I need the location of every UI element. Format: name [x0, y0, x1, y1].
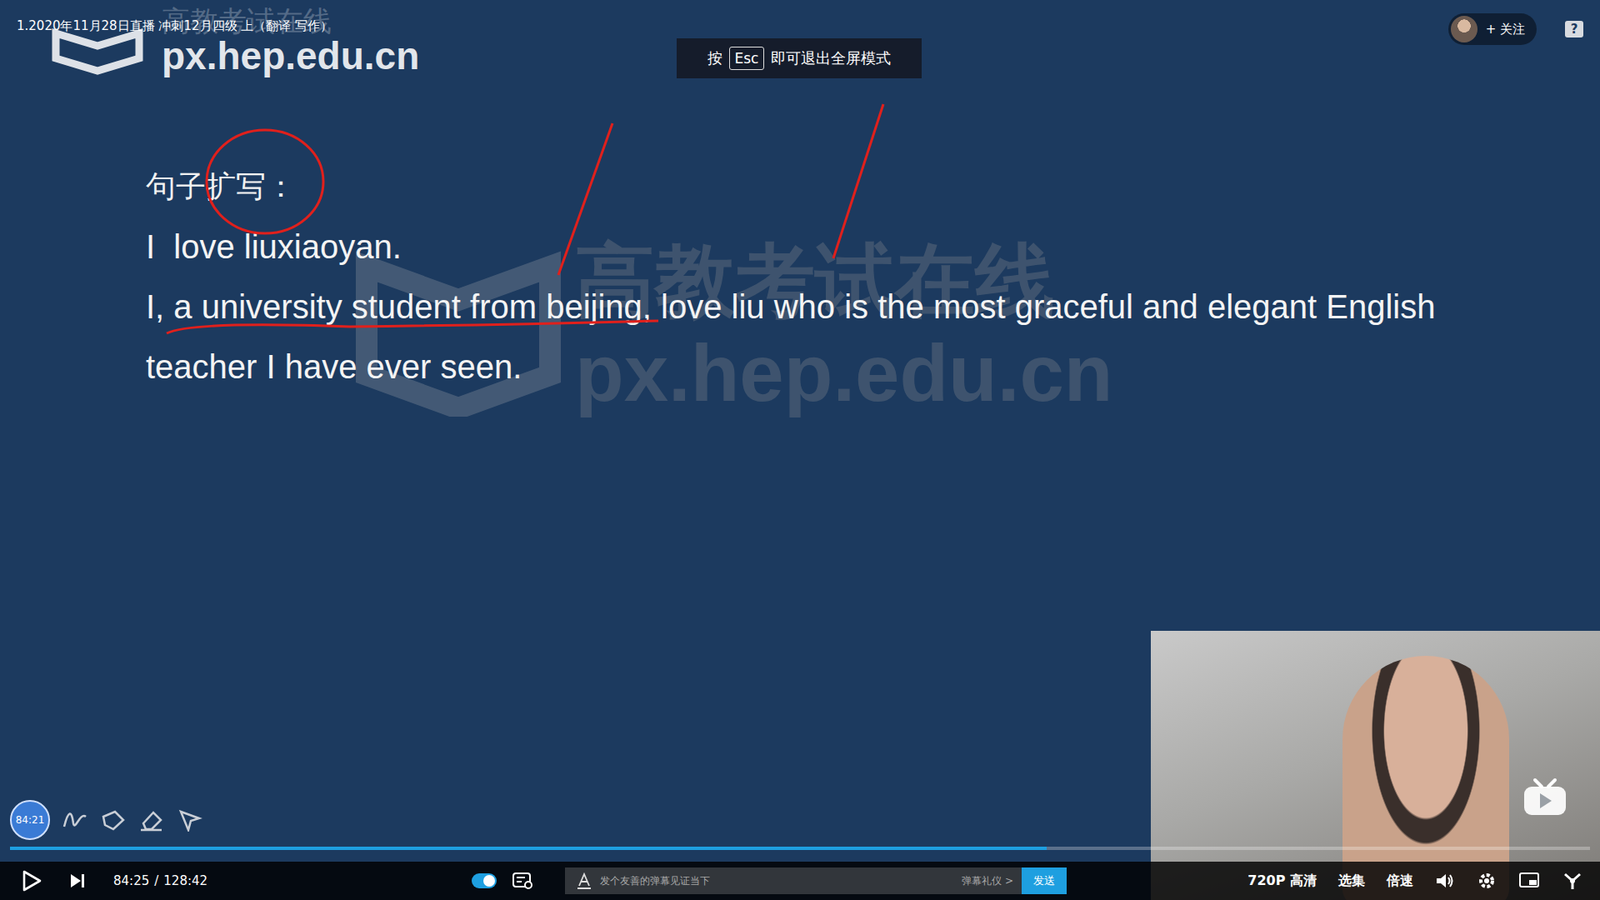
time-marker[interactable]: 84:21	[10, 800, 50, 840]
esc-key: Esc	[729, 46, 765, 70]
time-display: 84:25/128:42	[113, 873, 208, 889]
quality-button[interactable]: 720P 高清	[1247, 872, 1317, 890]
text-style-icon[interactable]	[576, 872, 592, 890]
send-button[interactable]: 发送	[1021, 867, 1067, 895]
toggle-knob	[483, 875, 495, 887]
danmaku-toggle[interactable]	[471, 873, 497, 889]
volume-icon[interactable]	[1435, 871, 1455, 890]
fullscreen-icon[interactable]	[1561, 870, 1584, 891]
progress-bar[interactable]	[10, 846, 1590, 850]
play-icon[interactable]	[21, 870, 42, 892]
shape-icon[interactable]	[100, 808, 127, 832]
fullscreen-toast: 按Esc即可退出全屏模式	[676, 38, 922, 79]
control-bar: 84:25/128:42 发个友善的弹幕见证当下弹幕礼仪 >发送 720P 高清 选集…	[0, 861, 1600, 900]
settings-icon[interactable]	[1476, 870, 1497, 891]
video-player[interactable]: 高教考试在线px.hep.edu.cn 高教考试在线px.hep.edu.cn 句子…	[0, 0, 1600, 900]
slide-line: I, a university student from beijing, lo…	[145, 276, 1463, 397]
avatar-icon	[1450, 15, 1478, 43]
etiquette-link[interactable]: 弹幕礼仪 >	[961, 874, 1014, 889]
drawing-toolbar: 84:21	[10, 800, 204, 840]
watermark-logo: 高教考试在线px.hep.edu.cn	[51, 6, 420, 78]
episodes-button[interactable]: 选集	[1338, 872, 1365, 890]
video-title: 1.2020年11月28日直播 冲刺12月四级 上（翻译 写作）	[16, 18, 333, 35]
wave-pen-icon[interactable]	[61, 808, 89, 832]
follow-button[interactable]: + 关注	[1448, 13, 1537, 45]
tv-icon[interactable]	[1521, 776, 1569, 817]
pointer-icon[interactable]	[176, 808, 204, 832]
help-button[interactable]: ?	[1565, 20, 1584, 38]
header-actions: + 关注?	[1448, 13, 1584, 45]
slide-line: I love liuxiaoyan.	[145, 216, 1463, 277]
slide-heading: 句子扩写：	[145, 165, 1463, 209]
next-icon[interactable]	[68, 871, 87, 890]
speed-button[interactable]: 倍速	[1386, 872, 1414, 890]
eraser-icon[interactable]	[138, 808, 165, 832]
progress-fill	[10, 846, 1047, 850]
watermark-center: 高教考试在线px.hep.edu.cn	[350, 233, 1113, 418]
danmaku-settings-icon[interactable]	[511, 871, 534, 890]
danmaku-input[interactable]: 发个友善的弹幕见证当下弹幕礼仪 >	[565, 867, 1022, 895]
webcam-video	[1150, 630, 1600, 900]
pip-icon[interactable]	[1518, 871, 1540, 890]
